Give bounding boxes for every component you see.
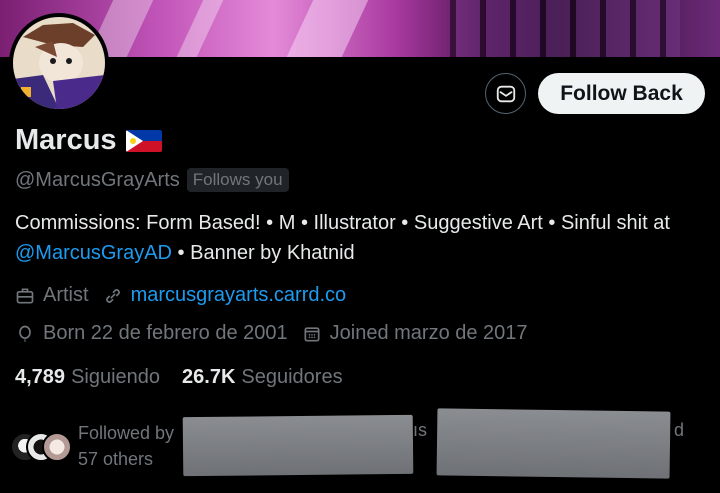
stray-text-fragment: d — [674, 420, 685, 440]
bio-mention-link[interactable]: @MarcusGrayAD — [15, 242, 172, 264]
redacted-block-2 — [436, 408, 671, 479]
followed-by-text: Followed by 57 others — [78, 420, 174, 472]
philippines-flag-icon — [125, 129, 162, 152]
category-label: Artist — [43, 284, 89, 306]
avatar — [42, 432, 72, 462]
balloon-icon — [19, 325, 31, 341]
link-icon — [105, 288, 120, 303]
bio-text-1: Commissions: Form Based! • M • Illustrat… — [15, 212, 670, 234]
profile-avatar[interactable] — [9, 13, 109, 113]
profile-bio: Commissions: Form Based! • M • Illustrat… — [15, 208, 705, 268]
message-button[interactable] — [485, 73, 526, 114]
profile-banner[interactable] — [0, 0, 720, 57]
website-item[interactable]: marcusgrayarts.carrd.co — [103, 284, 347, 307]
website-link[interactable]: marcusgrayarts.carrd.co — [131, 284, 347, 307]
follow-stats: 4,789 Siguiendo 26.7K Seguidores — [15, 366, 365, 389]
category-item: Artist — [15, 284, 89, 307]
following-stat[interactable]: 4,789 Siguiendo — [15, 366, 182, 389]
user-handle: @MarcusGrayArts — [15, 168, 180, 191]
profile-meta-row-1: Artist marcusgrayarts.carrd.co — [15, 284, 360, 307]
calendar-icon — [304, 326, 320, 341]
followers-label: Seguidores — [241, 366, 343, 388]
birthday-label: Born 22 de febrero de 2001 — [43, 322, 288, 344]
stray-text-fragment: ıs — [413, 420, 428, 440]
birthday-item: Born 22 de febrero de 2001 — [15, 322, 288, 345]
followed-by-row[interactable]: Followed by 57 others — [10, 420, 174, 472]
follow-back-button[interactable]: Follow Back — [538, 73, 705, 114]
followed-by-avatars — [10, 428, 72, 464]
profile-meta-row-2: Born 22 de febrero de 2001 Joined marzo … — [15, 322, 542, 345]
briefcase-icon — [16, 288, 34, 303]
profile-name-row: Marcus — [15, 124, 162, 157]
following-count: 4,789 — [15, 366, 66, 388]
followers-stat[interactable]: 26.7K Seguidores — [182, 366, 365, 389]
display-name: Marcus — [15, 124, 117, 156]
joined-item: Joined marzo de 2017 — [302, 322, 528, 345]
bio-text-2: • Banner by Khatnid — [172, 242, 355, 264]
joined-label: Joined marzo de 2017 — [329, 322, 528, 344]
follows-you-badge: Follows you — [186, 168, 289, 192]
handle-row: @MarcusGrayArts Follows you — [15, 168, 289, 192]
followed-by-line-1: Followed by — [78, 423, 175, 443]
followed-by-line-2: 57 others — [78, 449, 154, 469]
followers-count: 26.7K — [182, 366, 236, 388]
envelope-icon — [496, 85, 515, 102]
following-label: Siguiendo — [71, 366, 161, 388]
redacted-block-1 — [182, 414, 414, 477]
